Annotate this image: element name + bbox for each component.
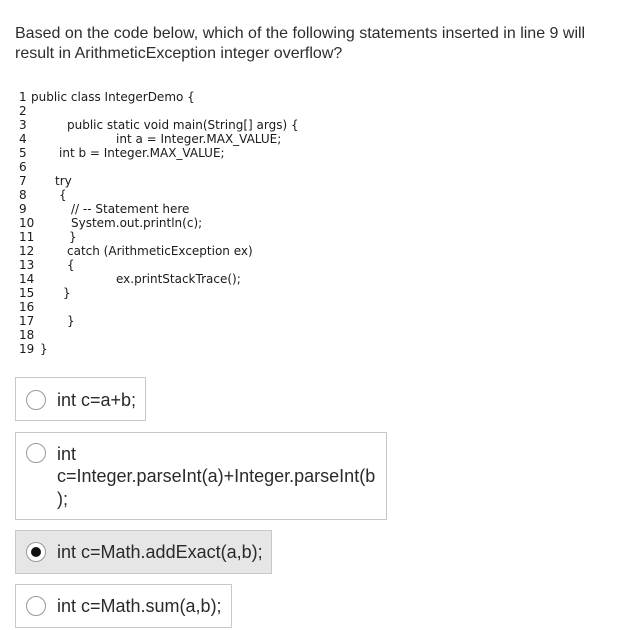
answer-option-3[interactable]: int c=Math.addExact(a,b); bbox=[15, 530, 272, 574]
line-number: 10 bbox=[19, 216, 35, 230]
line-number: 6 bbox=[19, 160, 27, 174]
code-text: { bbox=[67, 258, 75, 272]
line-number: 11 bbox=[19, 230, 35, 244]
code-line-7: 7 try bbox=[19, 174, 72, 188]
code-text: int b = Integer.MAX_VALUE; bbox=[59, 146, 225, 160]
answer-option-1[interactable]: int c=a+b; bbox=[15, 377, 146, 421]
option-label-line-3: ); bbox=[57, 489, 68, 509]
radio-button[interactable] bbox=[26, 443, 46, 463]
code-line-1: 1 public class IntegerDemo { bbox=[19, 90, 195, 104]
option-label-line-1: int bbox=[57, 444, 77, 464]
line-number: 9 bbox=[19, 202, 27, 216]
code-line-12: 12 catch (ArithmeticException ex) bbox=[19, 244, 253, 258]
radio-dot-icon bbox=[31, 547, 41, 557]
answer-option-2[interactable]: int c=Integer.parseInt(a)+Integer.parseI… bbox=[15, 432, 387, 520]
option-label: int c=Math.addExact(a,b); bbox=[57, 542, 263, 562]
code-line-9: 9 // -- Statement here bbox=[19, 202, 189, 216]
code-line-14: 14 ex.printStackTrace(); bbox=[19, 272, 241, 286]
line-number: 4 bbox=[19, 132, 27, 146]
code-text: public class IntegerDemo { bbox=[31, 90, 195, 104]
code-line-2: 2 bbox=[19, 104, 34, 118]
code-line-11: 11 } bbox=[19, 230, 77, 244]
line-number: 8 bbox=[19, 188, 27, 202]
option-label: int c=Math.sum(a,b); bbox=[57, 596, 222, 616]
code-line-19: 19 } bbox=[19, 342, 48, 356]
code-line-4: 4 int a = Integer.MAX_VALUE; bbox=[19, 132, 281, 146]
code-text: int a = Integer.MAX_VALUE; bbox=[116, 132, 282, 146]
code-line-13: 13 { bbox=[19, 258, 75, 272]
code-line-6: 6 bbox=[19, 160, 34, 174]
code-text: } bbox=[67, 314, 75, 328]
code-line-8: 8 { bbox=[19, 188, 67, 202]
answer-option-4[interactable]: int c=Math.sum(a,b); bbox=[15, 584, 232, 628]
line-number: 15 bbox=[19, 286, 35, 300]
question-text: Based on the code below, which of the fo… bbox=[15, 25, 586, 62]
code-text: public static void main(String[] args) { bbox=[67, 118, 299, 132]
code-text: ex.printStackTrace(); bbox=[116, 272, 241, 286]
line-number: 16 bbox=[19, 300, 35, 314]
code-line-17: 17 } bbox=[19, 314, 75, 328]
radio-button[interactable] bbox=[26, 390, 46, 410]
line-number: 12 bbox=[19, 244, 35, 258]
code-text: } bbox=[69, 230, 77, 244]
radio-button[interactable] bbox=[26, 596, 46, 616]
radio-button[interactable] bbox=[26, 542, 46, 562]
line-number: 3 bbox=[19, 118, 27, 132]
option-label-line-2: c=Integer.parseInt(a)+Integer.parseInt(b bbox=[57, 466, 376, 486]
code-text: // -- Statement here bbox=[71, 202, 190, 216]
code-line-5: 5 int b = Integer.MAX_VALUE; bbox=[19, 146, 225, 160]
line-number: 19 bbox=[19, 342, 35, 356]
option-label: int c=a+b; bbox=[57, 390, 137, 410]
code-text: } bbox=[63, 286, 71, 300]
code-text: } bbox=[40, 342, 48, 356]
code-text: System.out.println(c); bbox=[71, 216, 203, 230]
line-number: 14 bbox=[19, 272, 35, 286]
code-line-15: 15 } bbox=[19, 286, 71, 300]
code-line-18: 18 bbox=[19, 328, 34, 342]
code-line-10: 10 System.out.println(c); bbox=[19, 216, 202, 230]
code-line-16: 16 bbox=[19, 300, 34, 314]
code-text: catch (ArithmeticException ex) bbox=[67, 244, 253, 258]
code-text: try bbox=[55, 174, 72, 188]
line-number: 5 bbox=[19, 146, 27, 160]
line-number: 17 bbox=[19, 314, 35, 328]
line-number: 2 bbox=[19, 104, 27, 118]
code-text: { bbox=[59, 188, 67, 202]
line-number: 13 bbox=[19, 258, 35, 272]
line-number: 18 bbox=[19, 328, 35, 342]
line-number: 7 bbox=[19, 174, 27, 188]
line-number: 1 bbox=[19, 90, 27, 104]
code-line-3: 3 public static void main(String[] args)… bbox=[19, 118, 299, 132]
